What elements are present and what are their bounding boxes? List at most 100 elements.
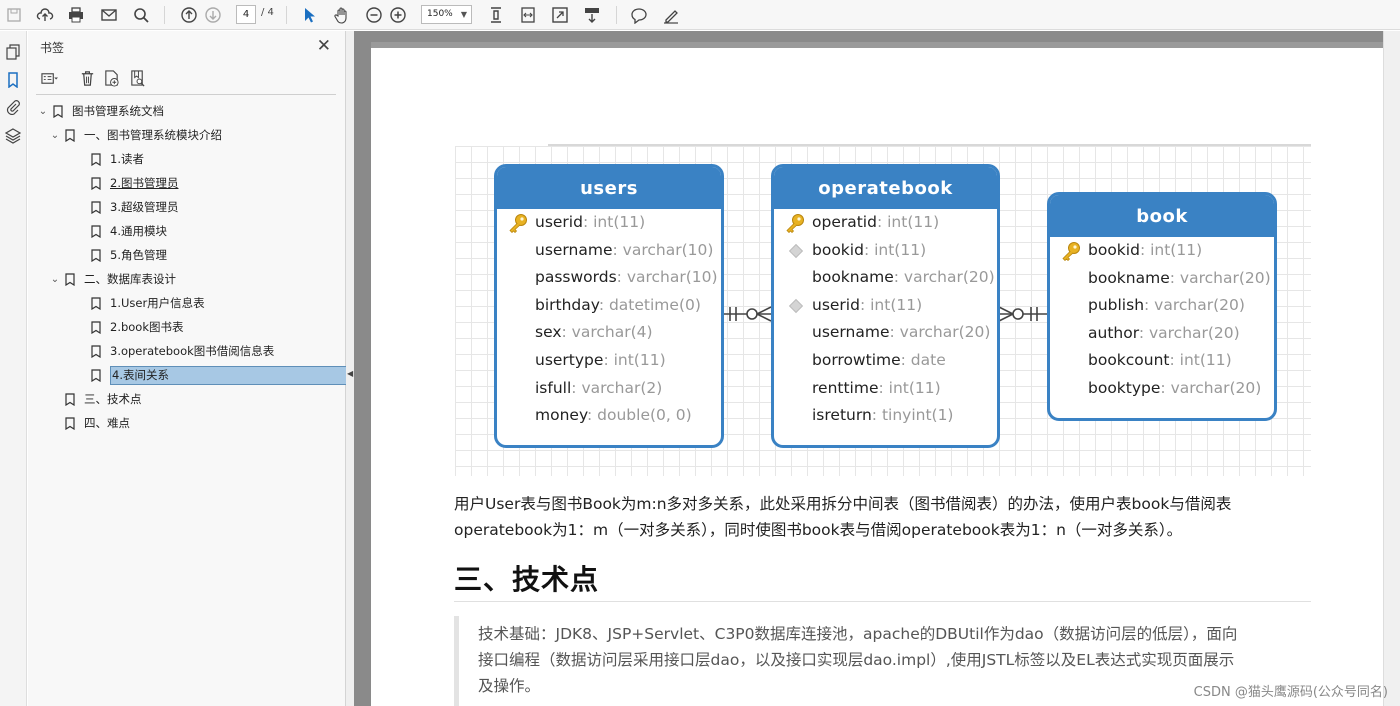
bookmark-item[interactable]: 四、难点 (48, 413, 130, 433)
field-type: varchar(20) (1148, 323, 1240, 342)
bookmark-item[interactable]: 3.超级管理员 (74, 197, 178, 217)
collapse-arrow-icon[interactable]: ◀ (347, 369, 353, 378)
close-icon[interactable]: ✕ (317, 36, 331, 56)
field-name: userid (812, 295, 860, 314)
bookmark-item[interactable]: 三、技术点 (48, 389, 142, 409)
field-type: int(11) (593, 213, 646, 231)
bookmark-item[interactable]: ⌄ 二、数据库表设计 (48, 269, 176, 289)
print-icon[interactable] (65, 4, 87, 26)
page-top-border (371, 42, 1383, 48)
field-name: bookname (1088, 268, 1170, 287)
panel-splitter[interactable]: ◀ (346, 31, 354, 706)
page-up-icon[interactable] (178, 4, 200, 26)
bookmark-icon (65, 416, 75, 430)
bookmark-label: 一、图书管理系统模块介绍 (84, 128, 222, 142)
watermark: CSDN @猫头鹰源码(公众号同名) (1193, 685, 1388, 700)
fit-page-icon[interactable] (485, 4, 507, 26)
entity-users: users userid: int(11) username: varchar(10… (494, 164, 724, 448)
scroll-mode-icon[interactable] (581, 4, 603, 26)
zoom-out-icon[interactable] (363, 4, 385, 26)
field-separator: : (876, 213, 888, 231)
entity-title: book (1050, 195, 1274, 237)
chevron-down-icon[interactable]: ⌄ (48, 274, 62, 285)
bookmark-label: 三、技术点 (84, 392, 142, 406)
page-number-input[interactable]: 4 (236, 5, 256, 24)
field-name: author (1088, 323, 1139, 342)
field-type: int(11) (1179, 351, 1232, 370)
entity-field: userid: int(11) (774, 292, 997, 320)
select-cursor-icon[interactable] (298, 4, 320, 26)
delete-icon[interactable] (76, 68, 98, 88)
search-icon[interactable] (130, 4, 152, 26)
field-name: publish (1088, 296, 1145, 315)
foreign-key-icon (788, 298, 804, 313)
layers-icon[interactable] (3, 126, 23, 146)
hand-icon[interactable] (331, 4, 353, 26)
zoom-select[interactable]: 150% ▼ (421, 5, 472, 24)
bookmark-item[interactable]: 1.读者 (74, 149, 144, 169)
bookmark-item[interactable]: 4.表间关系 (74, 365, 357, 385)
field-type: varchar(4) (571, 323, 653, 342)
primary-key-icon (1062, 242, 1080, 261)
field-name: sex (535, 323, 562, 342)
field-separator: : (561, 323, 572, 342)
field-name: username (812, 323, 890, 342)
relation-description-line1: 用户User表与图书Book为m:n多对多关系，此处采用拆分中间表（图书借阅表）… (454, 495, 1232, 513)
field-name: borrowtime (812, 350, 901, 369)
upload-icon[interactable] (34, 4, 56, 26)
options-icon[interactable] (38, 68, 60, 88)
heading-rule (454, 601, 1311, 602)
comment-icon[interactable] (628, 4, 650, 26)
field-separator: : (1138, 323, 1149, 342)
field-separator: : (871, 406, 882, 425)
quote-line3: 及操作。 (478, 677, 541, 695)
entity-field: bookname: varchar(20) (774, 264, 997, 292)
field-type: varchar(20) (903, 268, 995, 287)
new-bookmark-icon[interactable] (100, 68, 122, 88)
toolbar-separator (164, 6, 165, 24)
page-down-icon[interactable] (202, 4, 224, 26)
chevron-down-icon[interactable]: ⌄ (36, 106, 50, 117)
pages-icon[interactable] (3, 42, 23, 62)
chevron-down-icon[interactable]: ⌄ (48, 130, 62, 141)
bookmark-item[interactable]: 2.book图书表 (74, 317, 184, 337)
bookmark-item[interactable]: 1.User用户信息表 (74, 293, 205, 313)
field-separator: : (612, 240, 623, 259)
highlight-icon[interactable] (660, 4, 682, 26)
entity-field: username: varchar(10) (497, 237, 721, 265)
primary-key-icon (509, 214, 527, 233)
bookmark-icon[interactable] (3, 70, 23, 90)
zoom-in-icon[interactable] (387, 4, 409, 26)
bookmark-item[interactable]: 2.图书管理员 (74, 173, 178, 193)
field-type: date (910, 350, 946, 369)
field-name: birthday (535, 295, 599, 314)
save-icon[interactable] (3, 4, 25, 26)
bookmark-item[interactable]: 5.角色管理 (74, 245, 167, 265)
fit-width-icon[interactable] (517, 4, 539, 26)
entity-field: username: varchar(20) (774, 319, 997, 347)
bookmark-label: 1.User用户信息表 (110, 296, 205, 310)
attachment-icon[interactable] (3, 97, 23, 117)
tech-quote: 技术基础：JDK8、JSP+Servlet、C3P0数据库连接池，apache的… (454, 616, 1311, 706)
field-name: booktype (1088, 378, 1161, 397)
field-separator: : (900, 350, 911, 369)
entity-field: userid: int(11) (497, 209, 721, 237)
bookmarks-panel: 书签 ✕ ⌄ 图书管理系统文档 ⌄ 一、图书管理系统模块介绍 1.读者 2.图书管理员 3.… (28, 31, 357, 706)
bookmark-item[interactable]: 4.通用模块 (74, 221, 167, 241)
bookmark-item[interactable]: ⌄ 一、图书管理系统模块介绍 (48, 125, 222, 145)
entity-field: bookid: int(11) (1050, 237, 1274, 265)
full-screen-icon[interactable] (549, 4, 571, 26)
foreign-key-icon (788, 243, 804, 258)
field-type: int(11) (1150, 241, 1203, 259)
find-bookmark-icon[interactable] (126, 68, 148, 88)
bookmark-label: 4.表间关系 (110, 365, 357, 385)
bookmark-item[interactable]: ⌄ 图书管理系统文档 (36, 101, 164, 121)
primary-key-icon (786, 214, 804, 233)
field-name: bookid (1088, 241, 1140, 259)
bookmark-item[interactable]: 3.operatebook图书借阅信息表 (74, 341, 274, 361)
bookmark-icon (53, 104, 63, 118)
entity-field: borrowtime: date (774, 347, 997, 375)
email-icon[interactable] (98, 4, 120, 26)
vertical-scrollbar[interactable] (1383, 31, 1400, 706)
entity-field: passwords: varchar(10) (497, 264, 721, 292)
